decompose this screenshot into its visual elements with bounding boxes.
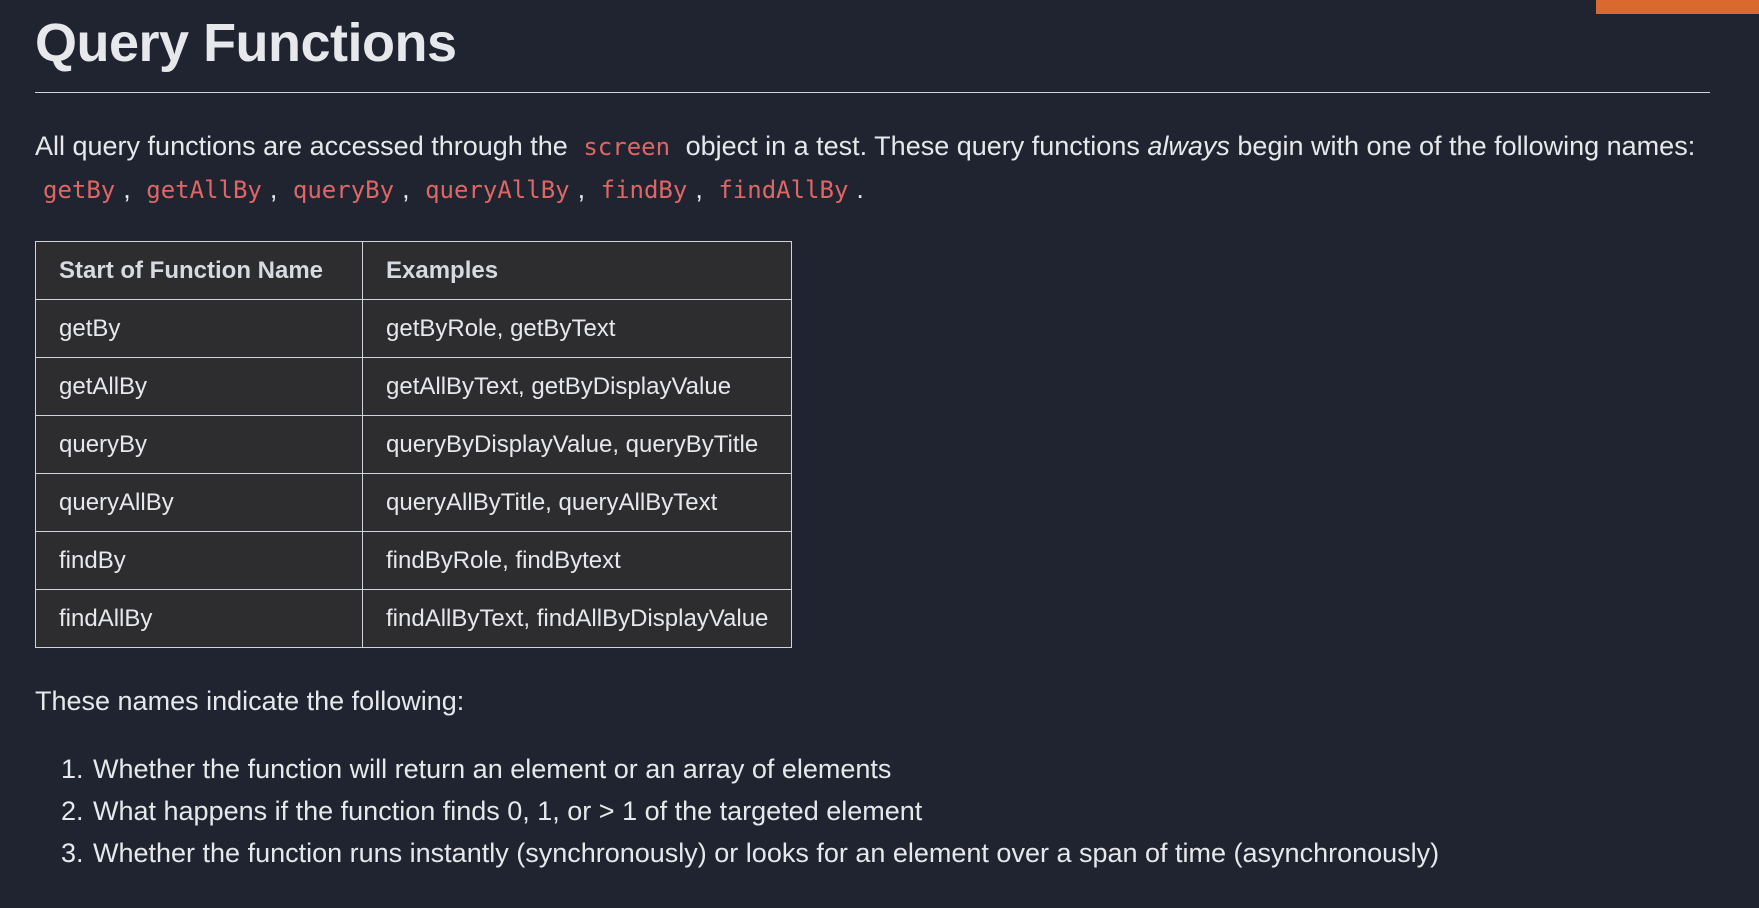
column-header: Examples [361,241,793,300]
intro-paragraph: All query functions are accessed through… [35,125,1710,211]
code-name: findAllBy [718,176,849,204]
examples-cell: findByRole, findBytext [361,531,793,590]
column-header: Start of Function Name [35,241,363,300]
name-separator: , [123,174,131,204]
code-name: findBy [600,176,688,204]
code-name: getAllBy [146,176,262,204]
name-separator: , [577,174,586,204]
list-item: Whether the function runs instantly (syn… [91,832,1710,874]
code-screen: screen [583,133,671,161]
code-name: queryBy [292,176,395,204]
table-row: getAllBy getAllByText, getByDisplayValue [35,357,793,416]
table-row: queryBy queryByDisplayValue, queryByTitl… [35,415,793,474]
code-name: getBy [43,176,116,204]
intro-text-3: begin with one of the following names: [1237,131,1696,161]
table-row: findAllBy findAllByText, findAllByDispla… [35,589,793,648]
function-prefix-cell: queryAllBy [35,473,363,532]
function-prefix-cell: findAllBy [35,589,363,648]
examples-cell: queryAllByTitle, queryAllByText [361,473,793,532]
query-functions-table: Start of Function Name Examples getBy ge… [35,241,793,648]
title-divider [35,92,1710,93]
list-item: What happens if the function finds 0, 1,… [91,790,1710,832]
function-prefix-cell: getAllBy [35,357,363,416]
examples-cell: getByRole, getByText [361,299,793,358]
intro-text-1: All query functions are accessed through… [35,131,568,161]
code-name: queryAllBy [425,176,570,204]
function-prefix-cell: getBy [35,299,363,358]
examples-cell: queryByDisplayValue, queryByTitle [361,415,793,474]
name-separator: , [402,174,410,204]
name-separator: , [695,174,703,204]
table-row: getBy getByRole, getByText [35,299,793,358]
table-row: findBy findByRole, findBytext [35,531,793,590]
function-prefix-cell: queryBy [35,415,363,474]
sentence-terminator: . [856,174,864,204]
page-title: Query Functions [35,13,457,73]
examples-cell: getAllByText, getByDisplayValue [361,357,793,416]
table-row: queryAllBy queryAllByTitle, queryAllByTe… [35,473,793,532]
names-list: getBy, getAllBy, queryBy, queryAllBy, fi… [35,174,864,204]
examples-cell: findAllByText, findAllByDisplayValue [361,589,793,648]
table-header-row: Start of Function Name Examples [35,241,793,300]
function-prefix-cell: findBy [35,531,363,590]
names-indicate-paragraph: These names indicate the following: [35,686,465,716]
list-item: Whether the function will return an elem… [91,748,1710,790]
intro-emphasis: always [1147,131,1230,161]
indications-list: Whether the function will return an elem… [35,748,1710,874]
document-content: Query Functions All query functions are … [35,0,1710,874]
intro-text-2: object in a test. These query functions [685,131,1140,161]
name-separator: , [269,174,278,204]
